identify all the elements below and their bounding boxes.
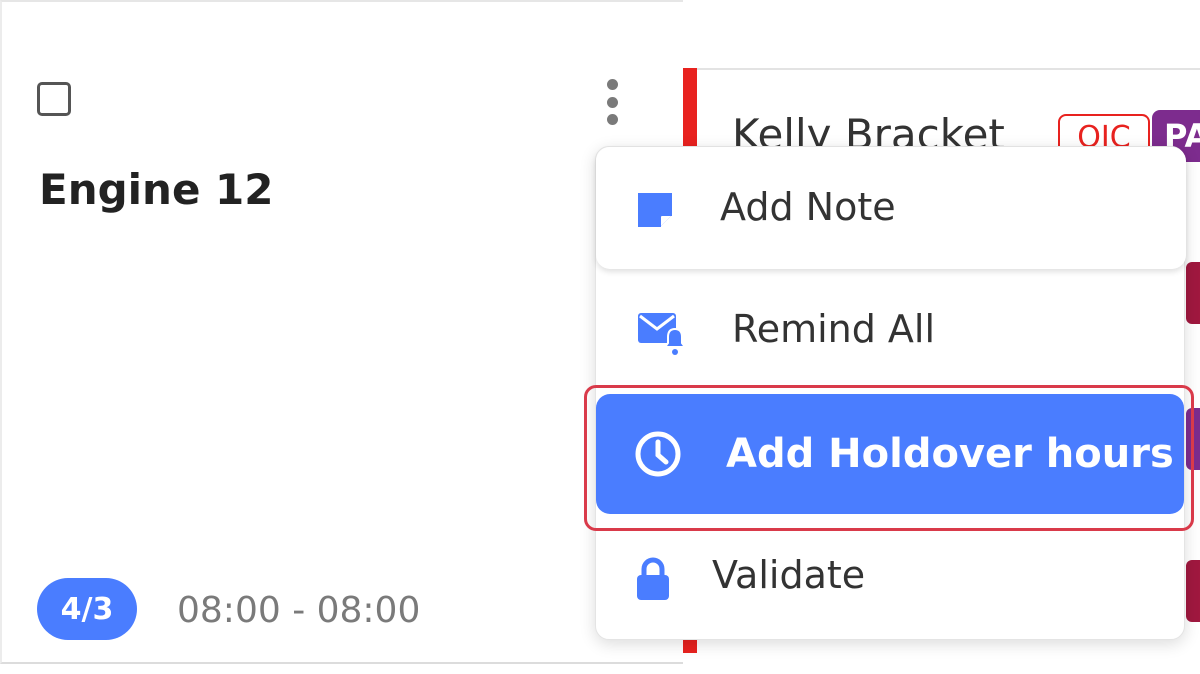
unit-card: Engine 12 4/3 08:00 - 08:00 [0, 0, 683, 664]
unit-select-checkbox[interactable] [37, 82, 71, 116]
roster-chip [1186, 560, 1200, 622]
menu-item-add-holdover-hours[interactable]: Add Holdover hours [596, 394, 1184, 514]
kebab-dot-icon [606, 114, 618, 125]
menu-item-remind-all[interactable]: Remind All [596, 271, 1186, 391]
lock-icon [636, 557, 670, 601]
unit-actions-menu: Add Note Remind All Validate [595, 146, 1186, 640]
more-options-button[interactable] [598, 76, 626, 128]
staffing-count-badge: 4/3 [37, 578, 137, 640]
menu-item-validate[interactable]: Validate [596, 517, 1186, 637]
roster-chip [1186, 408, 1200, 470]
menu-item-add-note[interactable]: Add Note [596, 147, 1186, 269]
mail-bell-icon [636, 309, 686, 359]
menu-item-label: Remind All [732, 307, 936, 351]
screen: Engine 12 4/3 08:00 - 08:00 Kelly Bracke… [0, 0, 1200, 674]
note-icon [636, 191, 674, 229]
menu-item-label: Validate [712, 553, 866, 597]
kebab-dot-icon [606, 79, 618, 90]
unit-title: Engine 12 [39, 165, 274, 214]
menu-item-label: Add Note [720, 185, 896, 229]
kebab-dot-icon [606, 96, 618, 108]
roster-chip [1186, 262, 1200, 324]
clock-icon [634, 430, 682, 482]
menu-item-label: Add Holdover hours [726, 431, 1174, 477]
shift-time: 08:00 - 08:00 [177, 590, 421, 631]
